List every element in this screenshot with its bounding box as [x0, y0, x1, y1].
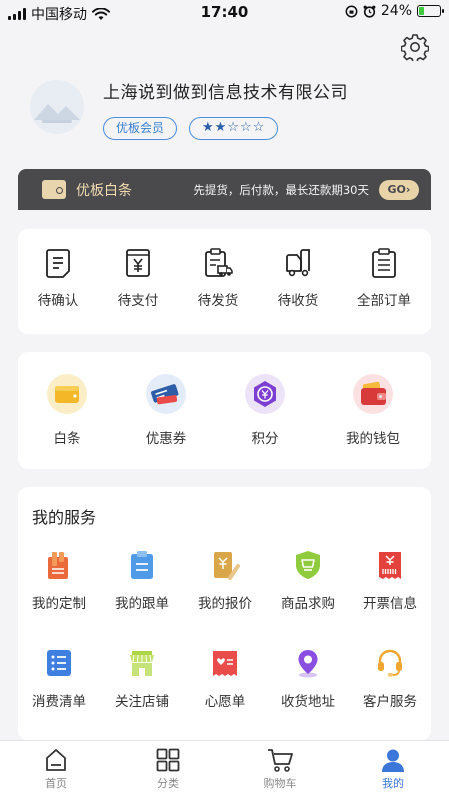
service-label: 消费清单	[32, 694, 86, 710]
order-label: 全部订单	[357, 293, 411, 309]
service-tracking[interactable]: 我的跟单	[101, 549, 183, 612]
rotation-lock-icon	[345, 5, 358, 17]
battery-percent: 24%	[380, 3, 412, 19]
service-shipping-address[interactable]: 收货地址	[267, 647, 349, 710]
tab-label: 分类	[157, 777, 179, 790]
wallet-item-my-wallet[interactable]: 我的钱包	[328, 374, 418, 447]
location-icon	[298, 650, 318, 678]
wallet-item-coupon[interactable]: 优惠券	[121, 374, 211, 447]
company-name: 上海说到做到信息技术有限公司	[103, 83, 348, 103]
service-label: 关注店铺	[115, 694, 169, 710]
store-icon	[130, 651, 154, 676]
wallet-label: 优惠券	[145, 431, 187, 447]
wallet-card: 白条 优惠券 积分 我的钱包	[18, 352, 431, 469]
order-label: 待支付	[117, 293, 159, 309]
tab-label: 首页	[45, 777, 67, 790]
service-invoice[interactable]: 开票信息	[349, 549, 431, 612]
service-label: 我的定制	[32, 596, 86, 612]
tab-label: 我的	[382, 777, 404, 790]
avatar[interactable]	[30, 80, 84, 134]
go-label: GO	[387, 183, 406, 196]
category-icon	[156, 748, 180, 772]
credit-banner[interactable]: 优板白条 先提货，后付款，最长还款期30天 GO›	[18, 169, 431, 210]
status-right: 24%	[345, 3, 444, 19]
tab-profile[interactable]: 我的	[348, 747, 438, 791]
coupon-icon	[146, 374, 186, 414]
points-icon	[245, 374, 285, 414]
order-pending-receive[interactable]: 待收货	[258, 247, 338, 309]
alarm-icon	[363, 5, 376, 18]
wishlist-icon	[213, 651, 237, 676]
wallet-label: 白条	[53, 431, 81, 447]
order-pending-ship[interactable]: 待发货	[178, 247, 258, 309]
tab-home[interactable]: 首页	[11, 747, 101, 791]
service-wishlist[interactable]: 心愿单	[184, 647, 266, 710]
document-icon	[46, 249, 70, 278]
service-label: 我的跟单	[115, 596, 169, 612]
tab-category[interactable]: 分类	[123, 747, 213, 791]
battery-icon	[417, 5, 444, 17]
services-title: 我的服务	[32, 508, 97, 527]
order-label: 待收货	[277, 293, 319, 309]
member-badge[interactable]: 优板会员	[103, 117, 178, 140]
tab-label: 购物车	[263, 777, 297, 790]
service-label: 开票信息	[363, 596, 417, 612]
clipboard-truck-icon	[205, 248, 233, 277]
bottom-tab-bar: 首页 分类 购物车 我的	[0, 740, 449, 800]
service-label: 心愿单	[204, 694, 246, 710]
order-label: 待确认	[37, 293, 79, 309]
service-quote[interactable]: 我的报价	[184, 549, 266, 612]
tracking-icon	[131, 551, 153, 579]
custom-icon	[48, 552, 68, 579]
status-bar: 中国移动 17:40 24%	[0, 0, 449, 26]
wallet-item-points[interactable]: 积分	[220, 374, 310, 447]
credit-description: 先提货，后付款，最长还款期30天	[193, 183, 369, 197]
rating-badge[interactable]: ★★☆☆☆	[189, 117, 279, 140]
red-wallet-icon	[353, 374, 393, 414]
credit-title: 优板白条	[76, 183, 132, 199]
home-icon	[46, 749, 66, 771]
payment-icon	[126, 249, 150, 277]
service-label: 客户服务	[363, 694, 417, 710]
wallet-label: 积分	[251, 431, 279, 447]
tab-cart[interactable]: 购物车	[235, 747, 325, 791]
service-followed-stores[interactable]: 关注店铺	[101, 647, 183, 710]
order-pending-confirm[interactable]: 待确认	[18, 247, 98, 309]
service-purchase-request[interactable]: 商品求购	[267, 549, 349, 612]
service-label: 收货地址	[281, 694, 335, 710]
service-customer-service[interactable]: 客户服务	[349, 647, 431, 710]
headset-icon	[378, 649, 402, 677]
order-pending-payment[interactable]: 待支付	[98, 247, 178, 309]
settings-gear-icon[interactable]	[401, 33, 429, 61]
avatar-placeholder-icon	[30, 80, 84, 134]
purchase-request-icon	[296, 551, 320, 579]
invoice-icon	[379, 552, 401, 579]
order-list-icon	[372, 248, 396, 278]
truck-icon	[286, 249, 310, 277]
service-custom[interactable]: 我的定制	[18, 549, 100, 612]
orders-card: 待确认 待支付 待发货 待收货 全部订单	[18, 229, 431, 334]
credit-go-button[interactable]: GO›	[379, 180, 419, 200]
go-arrow-icon: ›	[405, 183, 411, 196]
credit-wallet-icon	[42, 180, 66, 199]
cart-icon	[268, 749, 293, 772]
wallet-yellow-icon	[47, 374, 87, 414]
order-label: 待发货	[197, 293, 239, 309]
wallet-item-baitiao[interactable]: 白条	[22, 374, 112, 447]
profile-icon	[382, 749, 404, 772]
wallet-label: 我的钱包	[346, 431, 400, 447]
service-label: 我的报价	[198, 596, 252, 612]
quote-icon	[214, 552, 240, 580]
bill-list-icon	[47, 650, 71, 676]
service-bill-list[interactable]: 消费清单	[18, 647, 100, 710]
services-card: 我的服务 我的定制 我的跟单 我的报价 商品求购 开票信息 消费清单 关注店铺 …	[18, 487, 431, 740]
order-all[interactable]: 全部订单	[344, 247, 424, 309]
service-label: 商品求购	[281, 596, 335, 612]
